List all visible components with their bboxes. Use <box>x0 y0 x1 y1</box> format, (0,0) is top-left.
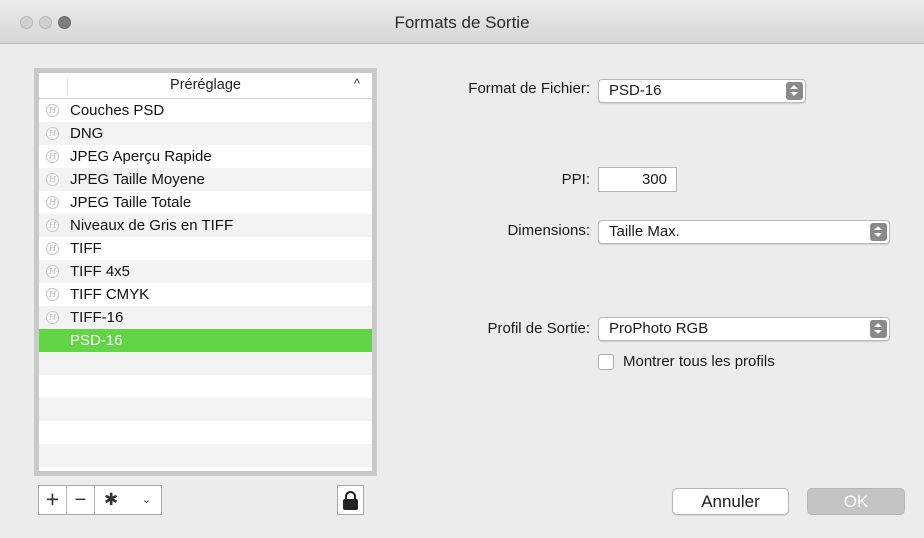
preset-label: JPEG Taille Moyene <box>70 171 205 188</box>
title-bar: Formats de Sortie <box>0 0 924 44</box>
preset-row[interactable]: PSD-16 <box>39 329 372 352</box>
dimensions-label: Dimensions: <box>507 222 590 239</box>
preset-label: PSD-16 <box>70 332 123 349</box>
preset-list[interactable]: Préréglage ^ H Couches PSD H DNG H JPEG Aperç… <box>34 68 377 476</box>
hasselblad-badge-icon: H <box>46 104 59 117</box>
remove-preset-button[interactable]: − <box>67 486 94 514</box>
lock-preset-button[interactable] <box>337 485 364 515</box>
hasselblad-badge-icon: H <box>46 311 59 324</box>
preset-label: TIFF-16 <box>70 309 124 326</box>
preset-list-header[interactable]: Préréglage ^ <box>39 73 372 99</box>
chevron-down-icon: ⌄ <box>141 494 151 506</box>
preset-row[interactable]: H TIFF <box>39 237 372 260</box>
hasselblad-badge-icon: H <box>46 150 59 163</box>
preset-label: TIFF CMYK <box>70 286 150 303</box>
cancel-button[interactable]: Annuler <box>672 488 789 515</box>
popup-arrows-icon <box>786 82 803 100</box>
hasselblad-badge-icon: H <box>46 288 59 301</box>
hasselblad-badge-icon: H <box>46 219 59 232</box>
lock-icon-body <box>343 499 358 510</box>
preset-label: Niveaux de Gris en TIFF <box>70 217 234 234</box>
file-format-popup[interactable]: PSD-16 <box>598 79 806 103</box>
preset-row[interactable]: H DNG <box>39 122 372 145</box>
preset-rows: H Couches PSD H DNG H JPEG Aperçu Rapide H JPEG… <box>39 99 372 467</box>
empty-row <box>39 444 372 467</box>
dimensions-value: Taille Max. <box>609 223 680 240</box>
show-all-profiles-label[interactable]: Montrer tous les profils <box>623 353 775 370</box>
hasselblad-badge-icon: H <box>46 196 59 209</box>
preset-row[interactable]: H Niveaux de Gris en TIFF <box>39 214 372 237</box>
file-format-label: Format de Fichier: <box>468 80 590 97</box>
ppi-label: PPI: <box>561 171 590 188</box>
preset-row[interactable]: H Couches PSD <box>39 99 372 122</box>
preset-label: DNG <box>70 125 104 142</box>
preset-row[interactable]: H JPEG Taille Moyene <box>39 168 372 191</box>
preset-actions-button[interactable]: ✱ ⌄ <box>95 486 161 514</box>
sort-ascending-icon[interactable]: ^ <box>354 76 360 91</box>
preset-label: JPEG Taille Totale <box>70 194 192 211</box>
preset-row[interactable]: H JPEG Taille Totale <box>39 191 372 214</box>
preset-label: Couches PSD <box>70 102 165 119</box>
hasselblad-badge-icon: H <box>46 265 59 278</box>
gear-icon: ✱ <box>104 490 119 509</box>
empty-row <box>39 398 372 421</box>
file-format-value: PSD-16 <box>609 82 662 99</box>
preset-toolbar: + − ✱ ⌄ <box>38 485 162 515</box>
preset-row[interactable]: H TIFF CMYK <box>39 283 372 306</box>
preset-label: TIFF <box>70 240 102 257</box>
hasselblad-badge-icon: H <box>46 173 59 186</box>
preset-row[interactable]: H TIFF 4x5 <box>39 260 372 283</box>
preset-column-title[interactable]: Préréglage <box>39 77 372 93</box>
popup-arrows-icon <box>870 223 887 241</box>
formats-de-sortie-window: Formats de Sortie Préréglage ^ H Couches … <box>0 0 924 538</box>
hasselblad-badge-icon: H <box>46 242 59 255</box>
empty-row <box>39 421 372 444</box>
ppi-field[interactable] <box>598 167 677 192</box>
output-profile-label: Profil de Sortie: <box>487 320 590 337</box>
ok-button[interactable]: OK <box>807 488 905 515</box>
output-profile-popup[interactable]: ProPhoto RGB <box>598 317 890 341</box>
preset-label: JPEG Aperçu Rapide <box>70 148 212 165</box>
window-title: Formats de Sortie <box>394 13 530 32</box>
empty-row <box>39 352 372 375</box>
output-profile-value: ProPhoto RGB <box>609 320 709 337</box>
preset-row[interactable]: H JPEG Aperçu Rapide <box>39 145 372 168</box>
hasselblad-badge-icon: H <box>46 127 59 140</box>
preset-row[interactable]: H TIFF-16 <box>39 306 372 329</box>
show-all-profiles-checkbox[interactable] <box>598 354 614 370</box>
preset-label: TIFF 4x5 <box>70 263 131 280</box>
dimensions-popup[interactable]: Taille Max. <box>598 220 890 244</box>
add-preset-button[interactable]: + <box>39 486 66 514</box>
popup-arrows-icon <box>870 320 887 338</box>
empty-row <box>39 375 372 398</box>
